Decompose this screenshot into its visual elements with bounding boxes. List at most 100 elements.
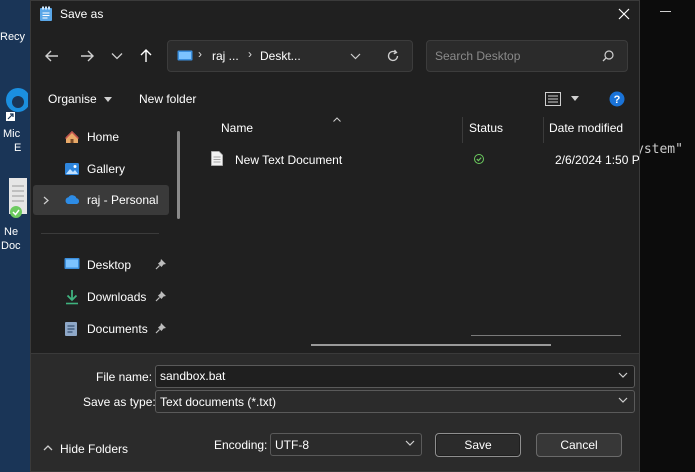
hide-folders-label: Hide Folders: [60, 442, 129, 456]
encoding-label: Encoding:: [214, 438, 268, 452]
recent-locations-button[interactable]: [104, 43, 130, 69]
save-form: File name: Save as type: Text documents …: [31, 353, 639, 471]
column-header-date-modified[interactable]: Date modified: [549, 121, 623, 135]
file-row[interactable]: New Text Document 2/6/2024 1:50 PM: [205, 149, 640, 171]
search-input[interactable]: [435, 49, 595, 63]
sidebar-item-gallery[interactable]: Gallery: [33, 154, 169, 184]
navigation-pane: Home Gallery raj - Personal Desktop Down…: [31, 117, 181, 353]
up-button[interactable]: [133, 43, 159, 69]
pin-icon: [155, 259, 166, 270]
save-as-dialog: Save as › raj ... › Deskt... Search Desk…: [30, 0, 640, 472]
sync-status-icon: [474, 154, 484, 164]
text-document-shortcut-icon[interactable]: [8, 176, 28, 222]
breadcrumb-raj[interactable]: raj ...: [212, 49, 239, 63]
file-list: Name Status Date modified New Text Docum…: [181, 117, 640, 353]
file-name-input[interactable]: [160, 369, 600, 383]
home-icon: [65, 131, 79, 143]
chevron-right-icon: ›: [198, 47, 202, 61]
sidebar-item-label: Desktop: [87, 258, 132, 272]
gallery-icon: [65, 163, 79, 175]
save-as-type-value: Text documents (*.txt): [160, 395, 277, 409]
scroll-indicator: [471, 335, 621, 336]
arrow-right-icon: [81, 50, 94, 62]
file-name-label: File name:: [96, 370, 153, 384]
sidebar-item-desktop[interactable]: Desktop: [33, 250, 169, 280]
search-box: [426, 40, 628, 72]
desktop-icon-label: Mic: [3, 128, 21, 140]
refresh-icon[interactable]: [386, 49, 400, 63]
chevron-down-icon[interactable]: [618, 372, 628, 378]
close-button[interactable]: [609, 3, 639, 25]
chevron-down-icon: [618, 397, 628, 403]
caret-down-icon: [104, 97, 113, 103]
column-header-name[interactable]: Name: [221, 121, 253, 135]
organise-button[interactable]: Organise: [48, 92, 113, 106]
file-name: New Text Document: [235, 153, 343, 167]
arrow-up-icon: [140, 49, 152, 62]
cancel-button[interactable]: Cancel: [536, 433, 622, 457]
terminal-text: ystem": [636, 142, 683, 157]
download-icon: [66, 290, 78, 305]
address-dropdown-chevron-icon[interactable]: [350, 53, 361, 60]
back-button[interactable]: [39, 43, 65, 69]
encoding-select[interactable]: UTF-8: [270, 433, 422, 456]
pin-icon: [155, 291, 166, 302]
column-header-status[interactable]: Status: [469, 121, 503, 135]
view-options-caret-icon[interactable]: [571, 96, 579, 101]
chevron-down-icon: [111, 53, 123, 60]
sidebar-item-label: raj - Personal: [87, 193, 159, 207]
text-file-icon: [211, 151, 223, 166]
sidebar-item-label: Home: [87, 130, 120, 144]
documents-icon: [65, 322, 77, 336]
onedrive-icon: [65, 195, 80, 204]
notepad-icon: [40, 6, 52, 21]
sidebar-item-label: Documents: [87, 322, 148, 336]
desktop-icon-label: E: [14, 142, 22, 154]
close-icon: [618, 8, 630, 20]
save-button[interactable]: Save: [435, 433, 521, 457]
encoding-value: UTF-8: [275, 438, 309, 452]
svg-text:?: ?: [614, 94, 621, 106]
file-name-combobox: [155, 365, 635, 388]
desktop-icon-label: Ne: [4, 226, 19, 238]
navigation-bar: › raj ... › Deskt...: [31, 31, 639, 81]
sidebar-item-home[interactable]: Home: [33, 122, 169, 152]
save-as-type-label: Save as type:: [83, 395, 156, 409]
address-bar[interactable]: › raj ... › Deskt...: [167, 40, 413, 72]
expand-chevron-icon[interactable]: [43, 196, 49, 205]
sidebar-item-onedrive-personal[interactable]: raj - Personal: [33, 185, 169, 215]
edge-shortcut-icon[interactable]: [4, 78, 28, 124]
sidebar-scrollbar[interactable]: [177, 131, 180, 219]
chevron-right-icon: ›: [248, 47, 252, 61]
sidebar-item-downloads[interactable]: Downloads: [33, 282, 169, 312]
arrow-left-icon: [45, 50, 58, 62]
desktop-folder-icon: [177, 50, 193, 61]
desktop-icon-label: Recy: [0, 31, 26, 43]
desktop-icon: [64, 258, 80, 269]
desktop-icon-label: Doc: [1, 240, 21, 252]
sort-ascending-icon: [333, 117, 341, 122]
sidebar-item-documents[interactable]: Documents: [33, 314, 169, 344]
sidebar-divider: [41, 233, 159, 234]
sidebar-item-label: Gallery: [87, 162, 126, 176]
chevron-down-icon: [405, 440, 415, 446]
horizontal-scrollbar[interactable]: [311, 344, 551, 346]
file-date-modified: 2/6/2024 1:50 PM: [555, 153, 640, 167]
new-folder-button[interactable]: New folder: [139, 92, 196, 106]
save-as-type-select[interactable]: Text documents (*.txt): [155, 390, 635, 413]
terminal-background: [640, 0, 695, 472]
title-bar[interactable]: Save as: [31, 1, 639, 27]
search-icon: [602, 50, 614, 62]
view-options-icon[interactable]: [545, 92, 561, 106]
column-divider[interactable]: [462, 117, 463, 143]
minimize-icon[interactable]: [660, 11, 671, 12]
dialog-title: Save as: [60, 7, 104, 21]
column-divider[interactable]: [543, 117, 544, 143]
breadcrumb-desktop[interactable]: Deskt...: [260, 49, 301, 63]
sidebar-item-label: Downloads: [87, 290, 147, 304]
help-icon[interactable]: ?: [609, 91, 625, 107]
chevron-up-icon: [43, 445, 53, 451]
organise-label: Organise: [48, 92, 97, 106]
forward-button[interactable]: [74, 43, 100, 69]
command-bar: Organise New folder ?: [31, 85, 639, 113]
